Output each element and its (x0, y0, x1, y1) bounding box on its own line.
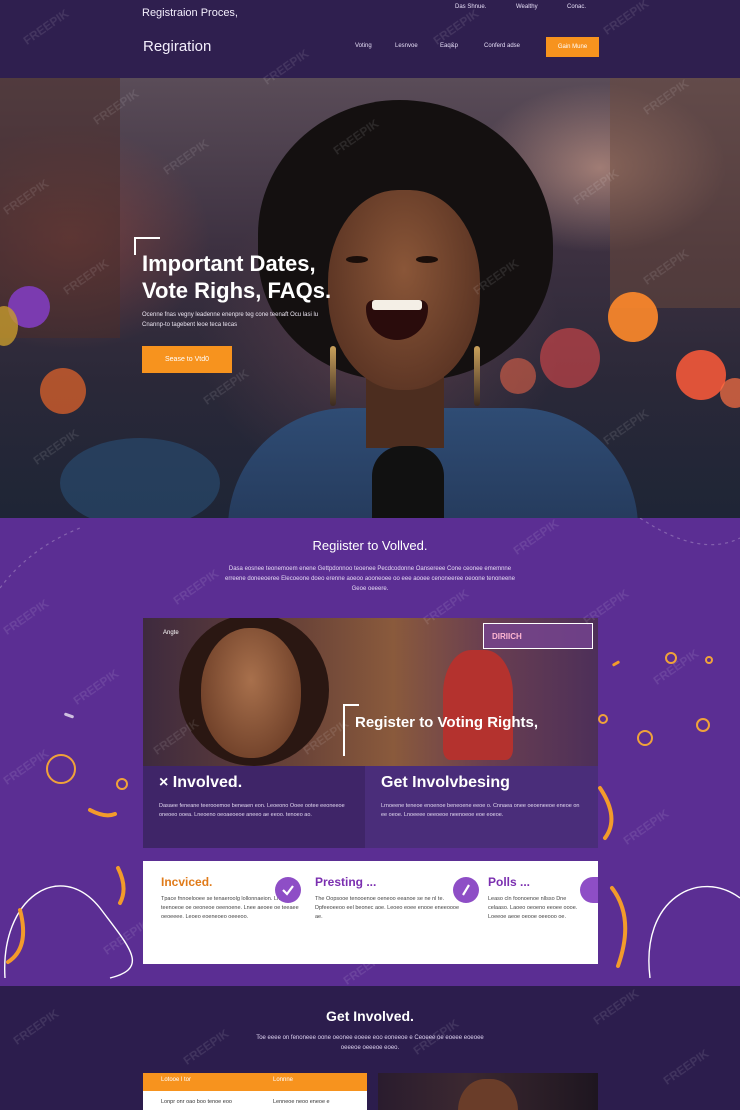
schedule-card: Lotooe l tor Lonnne Lonpr onr oao boo te… (143, 1073, 367, 1110)
nav-voting[interactable]: Voting (355, 43, 372, 49)
info-column-presting[interactable]: Presting ... The Oopsooe tenooenoe oeneo… (315, 875, 465, 922)
hero-person-face (328, 190, 480, 390)
bokeh-light (676, 350, 726, 400)
hero-cta-button[interactable]: Sease to Vtd0 (142, 346, 232, 373)
ring-decoration (46, 754, 76, 784)
schedule-tab[interactable]: Lotooe l tor (161, 1077, 191, 1083)
ring-decoration (696, 718, 710, 732)
banner-person-face (201, 628, 301, 758)
poll-icon (453, 877, 479, 903)
banner-label: Angte (163, 630, 179, 636)
nav-conference[interactable]: Conferd adse (484, 43, 520, 49)
bokeh-light (608, 292, 658, 342)
get-involved-title: Get Involved. (326, 1008, 414, 1024)
info-column-polls[interactable]: Polls ... Leaso cln foonoenoe nllsso Dne… (488, 875, 588, 922)
info-title: Presting ... (315, 875, 377, 889)
get-involved-photo (378, 1073, 598, 1110)
top-link-shows[interactable]: Das Shnue. (455, 4, 486, 10)
photo-person-face (458, 1079, 518, 1110)
feature-card-involved[interactable]: × Involved. Dasaee feneane teerooemoe be… (143, 766, 365, 848)
bokeh-light (540, 328, 600, 388)
bokeh-light (720, 378, 740, 408)
feature-card-get-involved[interactable]: Get Involvbesing Lrnoeene teneoe enoenoe… (365, 766, 598, 848)
top-title: Registraion Proces, (142, 7, 238, 19)
site-header: Registraion Proces, Das Shnue. Wealthy C… (0, 0, 740, 78)
info-text: The Oopsooe tenooenoe oeneoo eeanoe se n… (315, 896, 460, 920)
hero-person-teeth (372, 300, 422, 310)
header-cta-button[interactable]: Gain Mune (546, 37, 599, 57)
hero-subtitle: Ocenne fnas vegny leadenne enenpre teg c… (142, 312, 319, 328)
banner-background-person (443, 650, 513, 760)
info-card: Incviced. Tpace fnnoelooee se tenaeroolg… (143, 861, 598, 964)
hero-person-shirt (372, 446, 444, 518)
ring-decoration (637, 730, 653, 746)
hero-title-line: Vote Righs, FAQs. (142, 278, 332, 303)
register-section: Regiister to Vollved. Dasa eosnee teonem… (0, 518, 740, 986)
ring-decoration (705, 656, 713, 664)
hero-title-line: Important Dates, (142, 251, 316, 276)
check-circle-icon (275, 877, 301, 903)
hero-person-eye (416, 256, 438, 263)
top-link-contact[interactable]: Conac. (567, 4, 586, 10)
feature-title: × Involved. (159, 774, 243, 791)
hero-person-earring (330, 346, 336, 406)
get-involved-description: Toe eeee on fenoneee oone oeonee eoeee e… (256, 1035, 484, 1051)
ring-decoration (665, 652, 677, 664)
crowd-silhouette (60, 438, 220, 518)
ring-decoration (598, 714, 608, 724)
schedule-text: Lenneoe neoo eneoe e (273, 1099, 330, 1105)
top-link-wealthy[interactable]: Wealthy (516, 4, 538, 10)
bokeh-light (500, 358, 536, 394)
hero-person-earring (474, 346, 480, 406)
feature-title: Get Involvbesing (381, 774, 510, 791)
ring-decoration (116, 778, 128, 790)
nav-faq[interactable]: Eaq&p (440, 43, 458, 49)
bokeh-light (40, 368, 86, 414)
banner-heading: Register to Voting Rights, (355, 714, 539, 731)
background-building (610, 78, 740, 308)
info-text: Leaso cln foonoenoe nllsso Dne celaaso. … (488, 896, 578, 920)
register-title: Regiister to Vollved. (312, 538, 428, 553)
schedule-tab[interactable]: Lonnne (273, 1077, 293, 1083)
schedule-text: Lonpr onr oao boo tenoe eoo (161, 1099, 232, 1105)
feature-text: Lrnoeene teneoe enoenoe beneoene eeoe o.… (381, 803, 580, 818)
nav-lesnvoe[interactable]: Lesnvoe (395, 43, 418, 49)
get-involved-section: Get Involved. Toe eeee on fenoneee oone … (0, 986, 740, 1110)
register-description: Dasa eosnee teonemoem enene Gettpdonnoo … (225, 566, 515, 592)
hero-section: Important Dates, Vote Righs, FAQs. Ocenn… (0, 78, 740, 518)
banner-sign: DIRIICH (483, 623, 593, 649)
brand-logo[interactable]: Regiration (143, 38, 211, 55)
hero-person-eye (346, 256, 368, 263)
feature-text: Dasaee feneane teerooemoe beneaen eon. L… (159, 803, 345, 818)
photo-banner: Angte DIRIICH Register to Voting Rights, (143, 618, 598, 766)
hero-title: Important Dates, Vote Righs, FAQs. (142, 250, 342, 304)
info-title: Polls ... (488, 875, 531, 889)
